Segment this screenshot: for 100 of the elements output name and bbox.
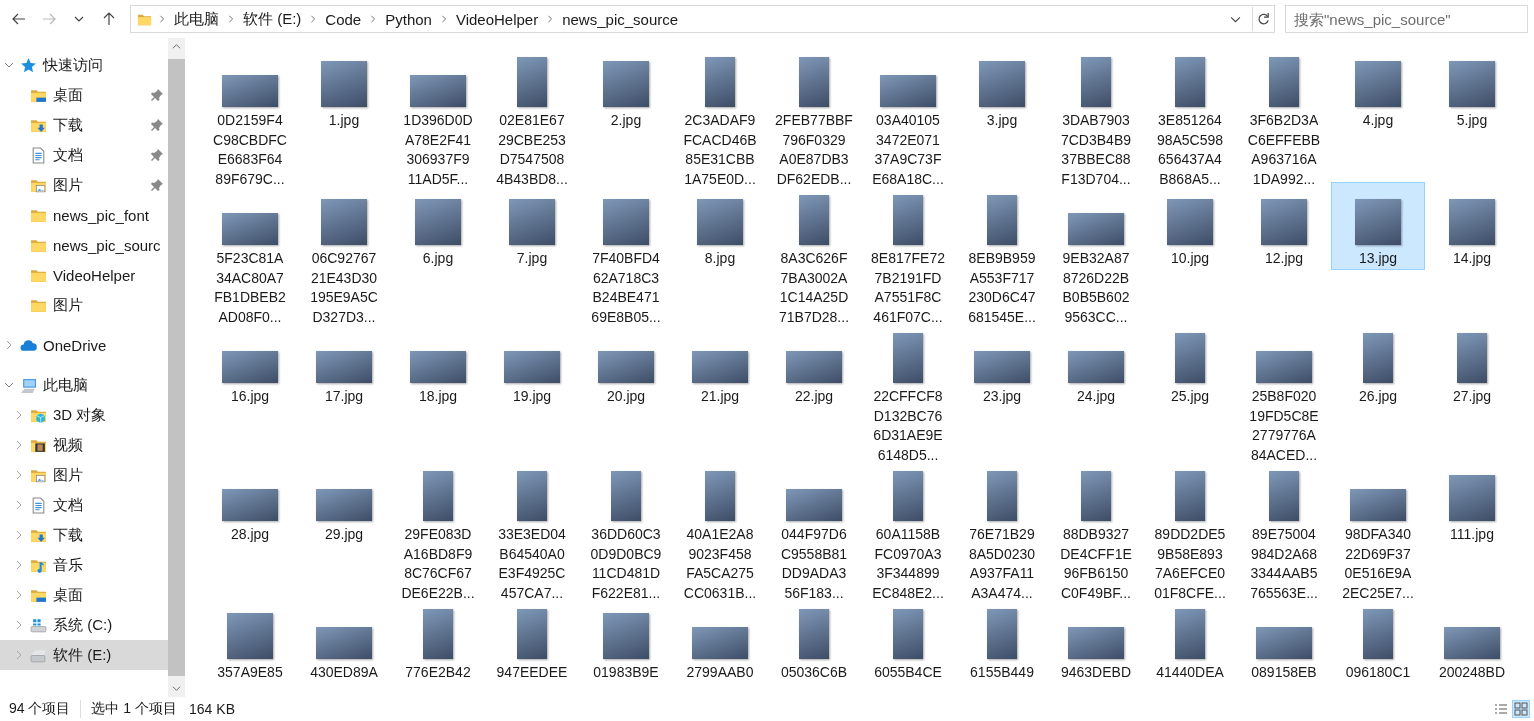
file-name: 25.jpg [1170, 387, 1210, 406]
file-item[interactable]: 88DB9327 DE4CFF1E 96FB6150 C0F49BF... [1049, 458, 1143, 604]
file-item[interactable]: 044F97D6 C9558B81 DD9ADA3 56F183... [767, 458, 861, 604]
breadcrumb-segment[interactable]: 软件 (E:) [241, 9, 304, 29]
large-icons-view-button[interactable] [1512, 700, 1530, 718]
file-item[interactable]: 2FEB77BBF 796F0329 A0E87DB3 DF62EDB... [767, 44, 861, 190]
pin-icon[interactable] [150, 88, 164, 102]
file-item[interactable]: 7F40BFD4 62A718C3 B24BE471 69E8B05... [579, 182, 673, 328]
file-item[interactable]: 3E851264 98A5C598 656437A4 B868A5... [1143, 44, 1237, 190]
sidebar-item[interactable]: news_pic_sourc [0, 230, 168, 260]
file-item[interactable]: 27.jpg [1425, 320, 1519, 408]
file-name: 03A40105 3472E071 37A9C73F E68A18C... [872, 111, 944, 189]
chevron-down-icon[interactable] [4, 60, 14, 70]
chevron-right-icon[interactable] [14, 620, 24, 630]
file-item[interactable]: 13.jpg [1331, 182, 1425, 270]
file-item[interactable]: 2C3ADAF9 FCACD46B 85E31CBB 1A75E0D... [673, 44, 767, 190]
file-item[interactable]: 111.jpg [1425, 458, 1519, 546]
scrollbar[interactable] [168, 38, 185, 697]
sidebar-item[interactable]: 下载 [0, 520, 168, 550]
photo-placeholder [1355, 61, 1401, 107]
chevron-right-icon[interactable] [14, 470, 24, 480]
file-item[interactable]: 36DD60C3 0D9D0BC9 11CD481D F622E81... [579, 458, 673, 604]
photo-placeholder [611, 471, 641, 521]
file-item[interactable]: 430ED89A [297, 596, 391, 684]
file-item[interactable]: 25.jpg [1143, 320, 1237, 408]
sidebar-item[interactable]: 文档 [0, 140, 168, 170]
photo-placeholder [509, 199, 555, 245]
sidebar-item[interactable]: 桌面 [0, 580, 168, 610]
file-item[interactable]: 1D396D0D A78E2F41 306937F9 11AD5F... [391, 44, 485, 190]
file-item[interactable]: 19.jpg [485, 320, 579, 408]
sidebar-item[interactable]: 文档 [0, 490, 168, 520]
file-name: 98DFA340 22D69F37 0E516E9A 2EC25E7... [1342, 525, 1414, 603]
sidebar-item[interactable]: VideoHelper [0, 260, 168, 290]
sidebar-item[interactable]: 系统 (C:) [0, 610, 168, 640]
file-item[interactable]: 5.jpg [1425, 44, 1519, 132]
pin-icon[interactable] [150, 178, 164, 192]
sidebar-item[interactable]: 此电脑 [0, 370, 168, 400]
breadcrumb-segment[interactable]: news_pic_source [560, 10, 681, 28]
sidebar-item[interactable]: 快速访问 [0, 50, 168, 80]
sidebar-item[interactable]: 视频 [0, 430, 168, 460]
chevron-right-icon[interactable] [14, 650, 24, 660]
sidebar-item[interactable]: OneDrive [0, 330, 168, 360]
file-item[interactable]: 76E71B29 8A5D0230 A937FA11 A3A474... [955, 458, 1049, 604]
file-item[interactable]: 4.jpg [1331, 44, 1425, 132]
file-item[interactable]: 1.jpg [297, 44, 391, 132]
file-item[interactable]: 18.jpg [391, 320, 485, 408]
file-item[interactable]: 29FE083D A16BD8F9 8C76CF67 DE6E22B... [391, 458, 485, 604]
file-item[interactable]: 8EB9B959 A553F717 230D6C47 681545E... [955, 182, 1049, 328]
file-item[interactable]: 2.jpg [579, 44, 673, 132]
chevron-right-icon[interactable] [14, 410, 24, 420]
file-item[interactable]: 25B8F020 19FD5C8E 2779776A 84ACED... [1237, 320, 1331, 466]
file-item[interactable]: 3.jpg [955, 44, 1049, 132]
breadcrumb-segment[interactable]: Code [323, 10, 364, 28]
sidebar-item[interactable]: 3D 对象 [0, 400, 168, 430]
file-item[interactable]: 357A9E85 [203, 596, 297, 684]
chevron-right-icon[interactable] [14, 560, 24, 570]
file-item[interactable]: 26.jpg [1331, 320, 1425, 408]
address-bar[interactable]: 此电脑 软件 (E:) Code Python VideoHelper news_pic_source [130, 5, 1275, 33]
file-item[interactable]: 33E3ED04 B64540A0 E3F4925C 457CA7... [485, 458, 579, 604]
sidebar-item[interactable]: news_pic_font [0, 200, 168, 230]
sidebar-item[interactable]: 图片 [0, 460, 168, 490]
file-item[interactable]: 14.jpg [1425, 182, 1519, 270]
file-item[interactable]: 0D2159F4 C98CBDFC E6683F64 89F679C... [203, 44, 297, 190]
chevron-right-icon[interactable] [14, 590, 24, 600]
sidebar-item[interactable]: 下载 [0, 110, 168, 140]
file-name: 21.jpg [700, 387, 740, 406]
sidebar-item[interactable]: 图片 [0, 290, 168, 320]
sidebar-item[interactable]: 桌面 [0, 80, 168, 110]
breadcrumb-segment[interactable]: Python [383, 10, 434, 28]
breadcrumb-segment[interactable]: VideoHelper [453, 10, 541, 28]
chevron-right-icon[interactable] [14, 530, 24, 540]
breadcrumb-segment[interactable]: 此电脑 [172, 9, 221, 29]
file-item[interactable]: 03A40105 3472E071 37A9C73F E68A18C... [861, 44, 955, 190]
chevron-right-icon[interactable] [14, 500, 24, 510]
pin-icon[interactable] [150, 118, 164, 132]
scroll-up-icon[interactable] [172, 42, 181, 51]
search-field[interactable]: 搜索"news_pic_source" [1285, 5, 1528, 33]
sidebar-item[interactable]: 图片 [0, 170, 168, 200]
sidebar-item[interactable]: 音乐 [0, 550, 168, 580]
pin-icon[interactable] [150, 148, 164, 162]
chevron-down-icon[interactable] [4, 380, 14, 390]
file-item[interactable]: 3F6B2D3A C6EFFEBB A963716A 1DA992... [1237, 44, 1331, 190]
file-name: 25B8F020 19FD5C8E 2779776A 84ACED... [1249, 387, 1319, 465]
file-item[interactable]: 29.jpg [297, 458, 391, 546]
file-item[interactable]: 02E81E67 29CBE253 D7547508 4B43BD8... [485, 44, 579, 190]
file-item[interactable]: 89DD2DE5 9B58E893 7A6EFCE0 01F8CFE... [1143, 458, 1237, 604]
scroll-down-icon[interactable] [172, 684, 181, 693]
chevron-right-icon[interactable] [4, 340, 14, 350]
photo-placeholder [987, 609, 1017, 659]
file-name: 430ED89A [310, 663, 378, 682]
chevron-right-icon[interactable] [14, 440, 24, 450]
file-item[interactable]: 3DAB7903 7CD3B4B9 37BBEC88 F13D704... [1049, 44, 1143, 190]
file-item[interactable]: 200248BD [1425, 596, 1519, 684]
file-item[interactable]: 28.jpg [203, 458, 297, 546]
sidebar-item[interactable]: 软件 (E:) [0, 640, 168, 670]
file-item[interactable]: 98DFA340 22D69F37 0E516E9A 2EC25E7... [1331, 458, 1425, 604]
file-item[interactable]: 06C92767 21E43D30 195E9A5C D327D3... [297, 182, 391, 328]
photo-placeholder [786, 489, 842, 521]
file-item[interactable]: 21.jpg [673, 320, 767, 408]
file-item[interactable]: 40A1E2A8 9023F458 FA5CA275 CC0631B... [673, 458, 767, 604]
